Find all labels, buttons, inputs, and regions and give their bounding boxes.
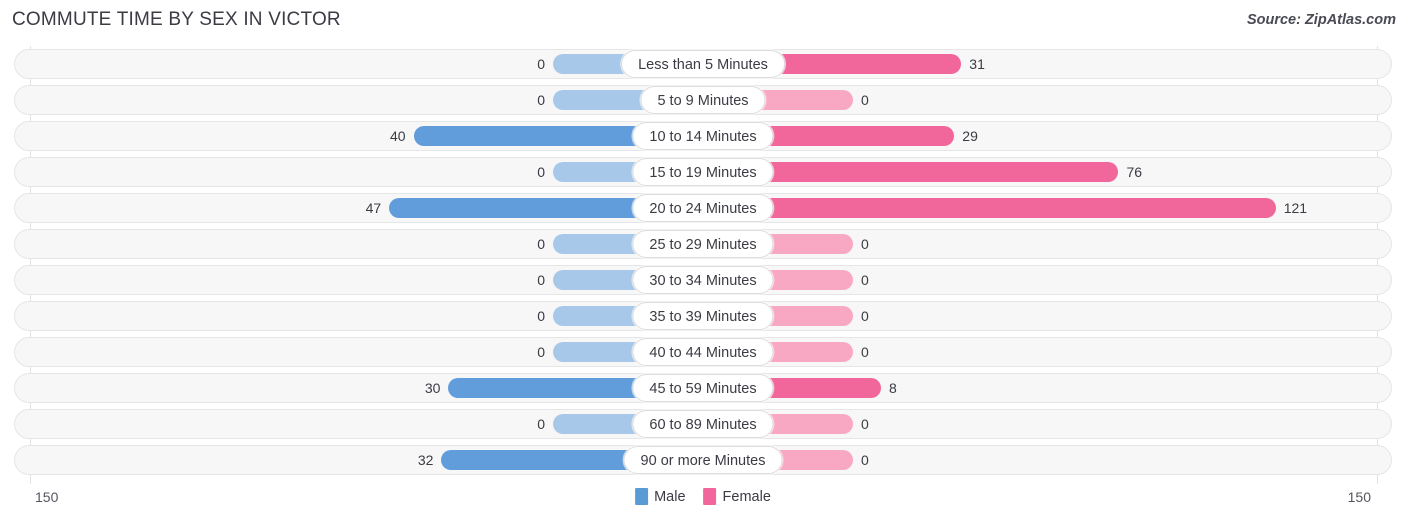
value-label-male: 30 [424,380,441,396]
value-label-male: 0 [537,308,545,324]
value-label-female: 29 [962,128,978,144]
value-label-male: 0 [537,236,545,252]
axis-label-right: 150 [1347,489,1371,505]
chart-row: 0 0 30 to 34 Minutes [0,262,1406,298]
value-label-female: 0 [861,236,869,252]
value-label-female: 0 [861,272,869,288]
commute-time-chart: COMMUTE TIME BY SEX IN VICTOR Source: Zi… [0,0,1406,523]
value-label-male: 47 [365,200,382,216]
category-label: 5 to 9 Minutes [640,86,766,114]
chart-footer: 150 150 Male Female [0,484,1406,523]
legend-item-female[interactable]: Female [703,488,771,505]
chart-row: 32 0 90 or more Minutes [0,442,1406,478]
category-label: Less than 5 Minutes [621,50,785,78]
value-label-female: 0 [861,452,869,468]
chart-row: 0 0 60 to 89 Minutes [0,406,1406,442]
bar-female [703,198,1276,218]
value-label-female: 0 [861,92,869,108]
value-label-female: 121 [1283,200,1308,216]
value-label-female: 8 [888,380,897,396]
axis-label-left: 150 [35,489,59,505]
chart-legend: Male Female [635,488,771,505]
plot-area: 0 31 Less than 5 Minutes 0 0 5 to 9 Minutes 40… [0,46,1406,484]
category-label: 10 to 14 Minutes [632,122,774,150]
value-label-male: 0 [537,164,545,180]
legend-label-female: Female [722,488,771,505]
category-label: 35 to 39 Minutes [632,302,774,330]
value-label-male: 40 [389,128,406,144]
chart-row: 40 29 10 to 14 Minutes [0,118,1406,154]
chart-rows: 0 31 Less than 5 Minutes 0 0 5 to 9 Minutes 40… [0,46,1406,478]
chart-row: 47 121 20 to 24 Minutes [0,190,1406,226]
chart-row: 0 0 25 to 29 Minutes [0,226,1406,262]
chart-row: 0 76 15 to 19 Minutes [0,154,1406,190]
legend-swatch-male [635,488,649,505]
value-label-male: 32 [417,452,434,468]
chart-row: 0 31 Less than 5 Minutes [0,46,1406,82]
category-label: 40 to 44 Minutes [632,338,774,366]
source-attribution: Source: ZipAtlas.com [1246,12,1396,28]
value-label-male: 0 [537,56,545,72]
value-label-male: 0 [537,272,545,288]
category-label: 15 to 19 Minutes [632,158,774,186]
category-label: 60 to 89 Minutes [632,410,774,438]
value-label-female: 76 [1126,164,1143,180]
value-label-female: 0 [861,308,869,324]
category-label: 45 to 59 Minutes [632,374,774,402]
value-label-female: 31 [969,56,985,72]
value-label-female: 0 [861,416,869,432]
chart-row: 0 0 5 to 9 Minutes [0,82,1406,118]
value-label-male: 0 [537,344,545,360]
chart-row: 0 0 35 to 39 Minutes [0,298,1406,334]
category-label: 25 to 29 Minutes [632,230,774,258]
chart-row: 30 8 45 to 59 Minutes [0,370,1406,406]
legend-label-male: Male [654,488,686,505]
category-label: 30 to 34 Minutes [632,266,774,294]
category-label: 90 or more Minutes [623,446,783,474]
value-label-male: 0 [537,92,545,108]
value-label-female: 0 [861,344,869,360]
legend-item-male[interactable]: Male [635,488,686,505]
page-title: COMMUTE TIME BY SEX IN VICTOR [12,9,341,30]
category-label: 20 to 24 Minutes [632,194,774,222]
chart-row: 0 0 40 to 44 Minutes [0,334,1406,370]
legend-swatch-female [703,488,717,505]
value-label-male: 0 [537,416,545,432]
